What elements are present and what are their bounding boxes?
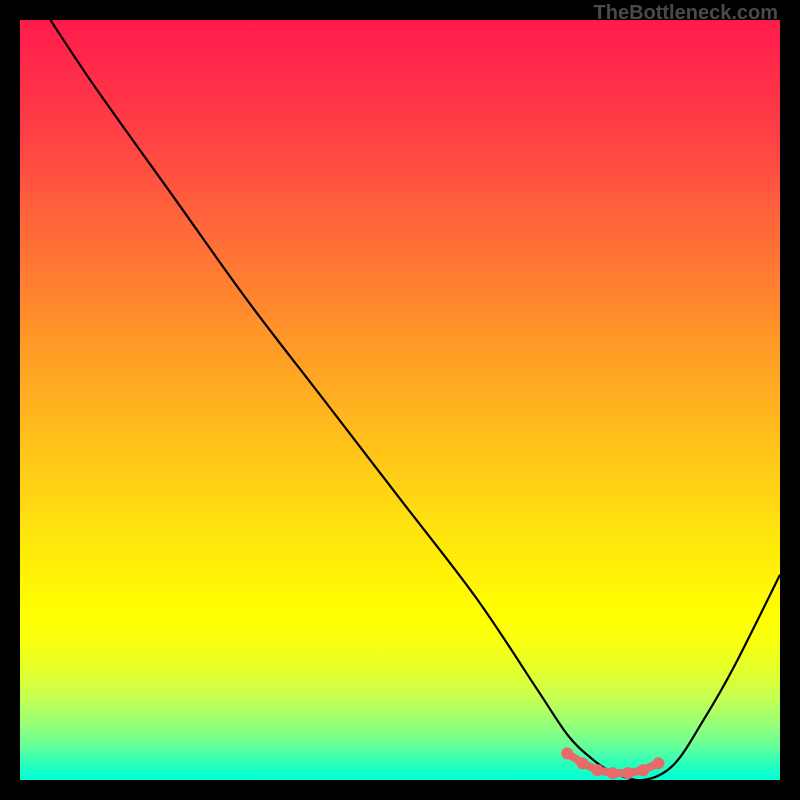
optimal-zone-dot <box>607 767 619 779</box>
optimal-zone-dot <box>561 747 573 759</box>
optimal-zone-dot <box>637 764 649 776</box>
optimal-zone-markers <box>561 747 664 779</box>
optimal-zone-dot <box>576 757 588 769</box>
optimal-zone-dot <box>622 767 634 779</box>
optimal-zone-dot <box>652 757 664 769</box>
optimal-zone-dot <box>592 764 604 776</box>
attribution-text: TheBottleneck.com <box>594 2 778 25</box>
chart-svg <box>20 20 780 780</box>
plot-area <box>20 20 780 780</box>
bottleneck-curve <box>50 20 780 780</box>
outer-frame: TheBottleneck.com <box>0 0 800 800</box>
